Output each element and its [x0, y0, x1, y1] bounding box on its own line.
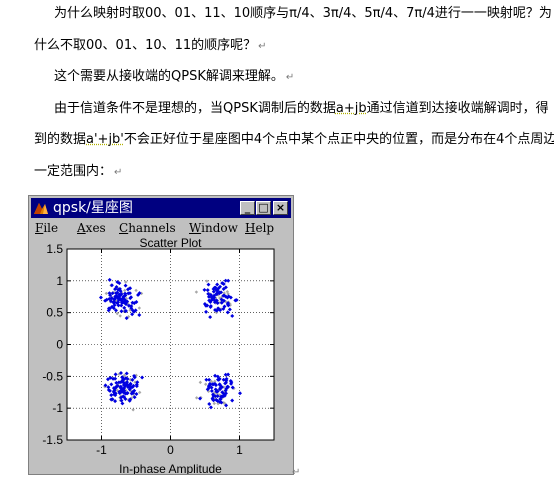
y-tick-label: 0.5 [46, 306, 63, 320]
scatter-plot-window: qpsk/星座图 _ □ × File Axes Channels Window… [28, 195, 294, 475]
paragraph-underlined-text: a'+jb' [86, 132, 124, 147]
paragraph-text: 一定范围内： [34, 164, 113, 179]
paragraph-text: 这个需要从接收端的QPSK解调来理解。 [54, 69, 284, 84]
paragraph-text: 为什么映射时取00、01、11、10顺序与π/4、3π/4、5π/4、7π/4进… [54, 6, 552, 21]
paragraph-text: 不会正好位于星座图中4个点中某个点正中央的位置，而是分布在4个点周边 [123, 132, 554, 147]
paragraph-1-line-1: 为什么映射时取00、01、11、10顺序与π/4、3π/4、5π/4、7π/4进… [54, 5, 552, 22]
paragraph-2: 这个需要从接收端的QPSK解调来理解。 ↵ [54, 68, 294, 86]
y-tick-label: -0.5 [42, 369, 63, 383]
paragraph-text: 由于信道条件不是理想的，当QPSK调制后的数据 [54, 101, 336, 116]
paragraph-3-line-3: 一定范围内： ↵ [34, 163, 122, 181]
y-tick-label: -1 [52, 401, 63, 415]
scatter-plot: 1.5 1 0.5 0 -0.5 -1 -1.5 -1 0 1 Scatter Plot In-p… [42, 236, 275, 474]
paragraph-text: 什么不取00、01、10、11的顺序呢？ [34, 38, 257, 53]
y-tick-label: 1.5 [46, 242, 63, 256]
end-mark-line: ↵ [290, 463, 300, 481]
paragraph-mark: ↵ [258, 41, 267, 52]
paragraph-text: 到的数据 [34, 132, 87, 147]
y-tick-label: -1.5 [42, 433, 63, 447]
x-axis-label: In-phase Amplitude [119, 462, 222, 474]
y-tick-label: 1 [56, 274, 63, 288]
x-tick-label: 1 [236, 443, 243, 457]
plot-title: Scatter Plot [139, 236, 202, 250]
paragraph-1-line-2: 什么不取00、01、10、11的顺序呢？ ↵ [34, 37, 267, 55]
paragraph-mark: ↵ [285, 72, 295, 83]
paragraph-3-line-1: 由于信道条件不是理想的，当QPSK调制后的数据a+jb通过信道到达接收端解调时，… [54, 100, 549, 117]
x-tick-label: -1 [96, 443, 107, 457]
paragraph-mark: ↵ [114, 167, 123, 178]
paragraph-text: 通过信道到达接收端解调时，得 [366, 101, 549, 116]
paragraph-mark: ↵ [292, 467, 301, 478]
paragraph-underlined-text: a+jb [335, 101, 367, 116]
y-tick-label: 0 [56, 338, 63, 352]
paragraph-3-line-2: 到的数据a'+jb'不会正好位于星座图中4个点中某个点正中央的位置，而是分布在4… [34, 131, 554, 148]
x-tick-label: 0 [167, 443, 174, 457]
